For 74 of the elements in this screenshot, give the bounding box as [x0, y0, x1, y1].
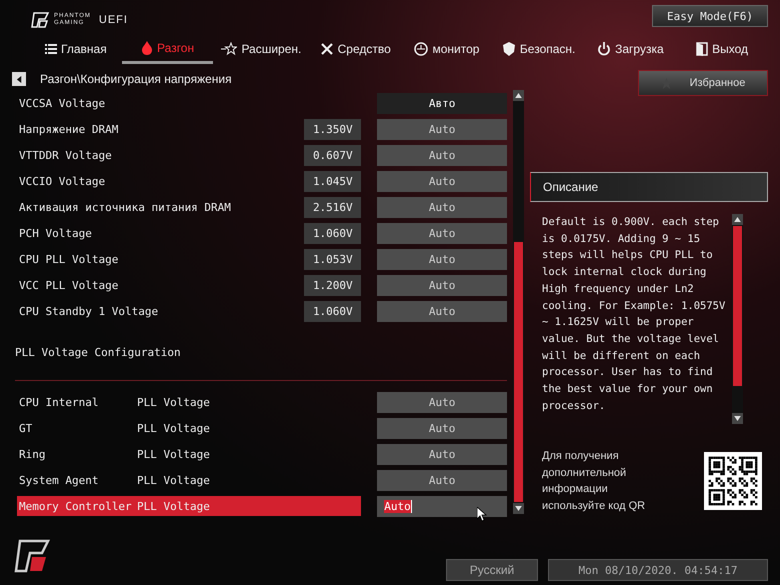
voltage-reading: 1.350V	[304, 118, 362, 140]
nav-tab[interactable]: Расширен.	[213, 34, 310, 64]
value-button[interactable]: Auto	[377, 118, 507, 140]
breadcrumb: Разгон\Конфигурация напряжения	[40, 72, 232, 86]
scroll-up-icon[interactable]	[732, 214, 743, 225]
description-text: Default is 0.900V. each step is 0.0175V. Adding 9 ~ 15 steps will helps CPU PLL to lock internal clock during High frequency under Ln2 cooling. For Example: 1.0575V ~ 1.1625V will be proper value. But the voltage level will be different on each processor. User has to find the best value for your own processor.	[542, 215, 726, 414]
nav-tab[interactable]: Выход	[676, 34, 768, 64]
language-button[interactable]: Русский	[446, 559, 538, 581]
datetime: Mon 08/10/2020. 04:54:17	[548, 559, 768, 581]
voltage-reading: 1.060V	[304, 300, 362, 322]
nav-tab[interactable]: Главная	[30, 34, 122, 64]
logo-drawing	[12, 539, 52, 575]
voltage-reading: 1.060V	[304, 222, 362, 244]
back-button[interactable]	[12, 72, 26, 86]
value-button[interactable]: Auto	[377, 222, 507, 244]
mouse-cursor-icon	[477, 507, 487, 521]
setting-label[interactable]: Напряжение DRAM	[17, 119, 304, 139]
back-arrow-icon	[16, 76, 22, 82]
setting-label[interactable]: VCC PLL Voltage	[17, 275, 304, 295]
voltage-reading: 1.200V	[304, 274, 362, 296]
nav-tab[interactable]: Безопасн.	[492, 34, 585, 64]
setting-label[interactable]: VCCSA Voltage	[17, 93, 362, 113]
voltage-reading: 0.607V	[304, 144, 362, 166]
scrollbar[interactable]	[513, 90, 524, 514]
scroll-up-icon[interactable]	[513, 90, 524, 101]
door-icon	[696, 42, 708, 56]
setting-label[interactable]: VCCIO Voltage	[17, 171, 304, 191]
setting-label[interactable]: VTTDDR Voltage	[17, 145, 304, 165]
nav-tab[interactable]: Разгон	[122, 34, 214, 64]
description-scrollbar[interactable]	[732, 214, 743, 424]
section-title: PLL Voltage Configuration	[15, 346, 182, 358]
value-button[interactable]: Auto	[377, 496, 507, 516]
star-icon	[221, 42, 238, 56]
setting-label[interactable]: PCH Voltage	[17, 223, 304, 243]
value-button[interactable]: Auto	[377, 170, 507, 192]
setting-label[interactable]: Активация источника питания DRAM	[17, 197, 304, 217]
value-button[interactable]: Auto	[377, 392, 507, 412]
tools-icon	[320, 42, 334, 56]
value-button[interactable]: Auto	[377, 196, 507, 218]
value-button[interactable]: Auto	[377, 444, 507, 464]
value-button[interactable]: Auto	[377, 418, 507, 438]
voltage-reading: 1.053V	[304, 248, 362, 270]
description-header: Описание	[530, 172, 768, 202]
voltage-reading: 1.045V	[304, 170, 362, 192]
easy-mode-button[interactable]: Easy Mode(F6)	[652, 5, 768, 27]
value-button[interactable]: Auto	[377, 144, 507, 166]
qr-code-icon	[704, 452, 762, 510]
scroll-down-icon[interactable]	[513, 503, 524, 514]
setting-label[interactable]: CPU PLL Voltage	[17, 249, 304, 269]
product-label: UEFI	[98, 14, 128, 26]
voltage-reading: 2.516V	[304, 196, 362, 218]
list-icon	[45, 43, 58, 55]
value-button[interactable]: Auto	[377, 248, 507, 270]
setting-label[interactable]: Ring PLL Voltage	[17, 444, 362, 464]
gauge-icon	[414, 42, 428, 56]
shield-icon	[502, 42, 516, 56]
value-button[interactable]: Авто	[377, 92, 507, 114]
star-icon	[660, 78, 672, 88]
value-button[interactable]: Auto	[377, 274, 507, 296]
setting-label[interactable]: Memory Controller PLL Voltage	[17, 496, 362, 516]
scroll-down-icon[interactable]	[732, 413, 743, 424]
setting-label[interactable]: System Agent PLL Voltage	[17, 470, 362, 490]
setting-label[interactable]: CPU Internal PLL Voltage	[17, 392, 362, 412]
qr-note: Для получения дополнительной информации используйте код QR	[542, 449, 646, 514]
setting-label[interactable]: CPU Standby 1 Voltage	[17, 301, 304, 321]
value-button[interactable]: Auto	[377, 470, 507, 490]
nav-tab[interactable]: Средство	[309, 34, 402, 64]
nav-tab[interactable]: монитор	[401, 34, 493, 64]
power-icon	[597, 42, 612, 56]
value-button[interactable]: Auto	[377, 300, 507, 322]
setting-label[interactable]: GT PLL Voltage	[17, 418, 362, 438]
nav-tab[interactable]: Загрузка	[584, 34, 676, 64]
favorites-button[interactable]: Избранное	[638, 70, 768, 96]
logo-icon	[30, 12, 50, 28]
